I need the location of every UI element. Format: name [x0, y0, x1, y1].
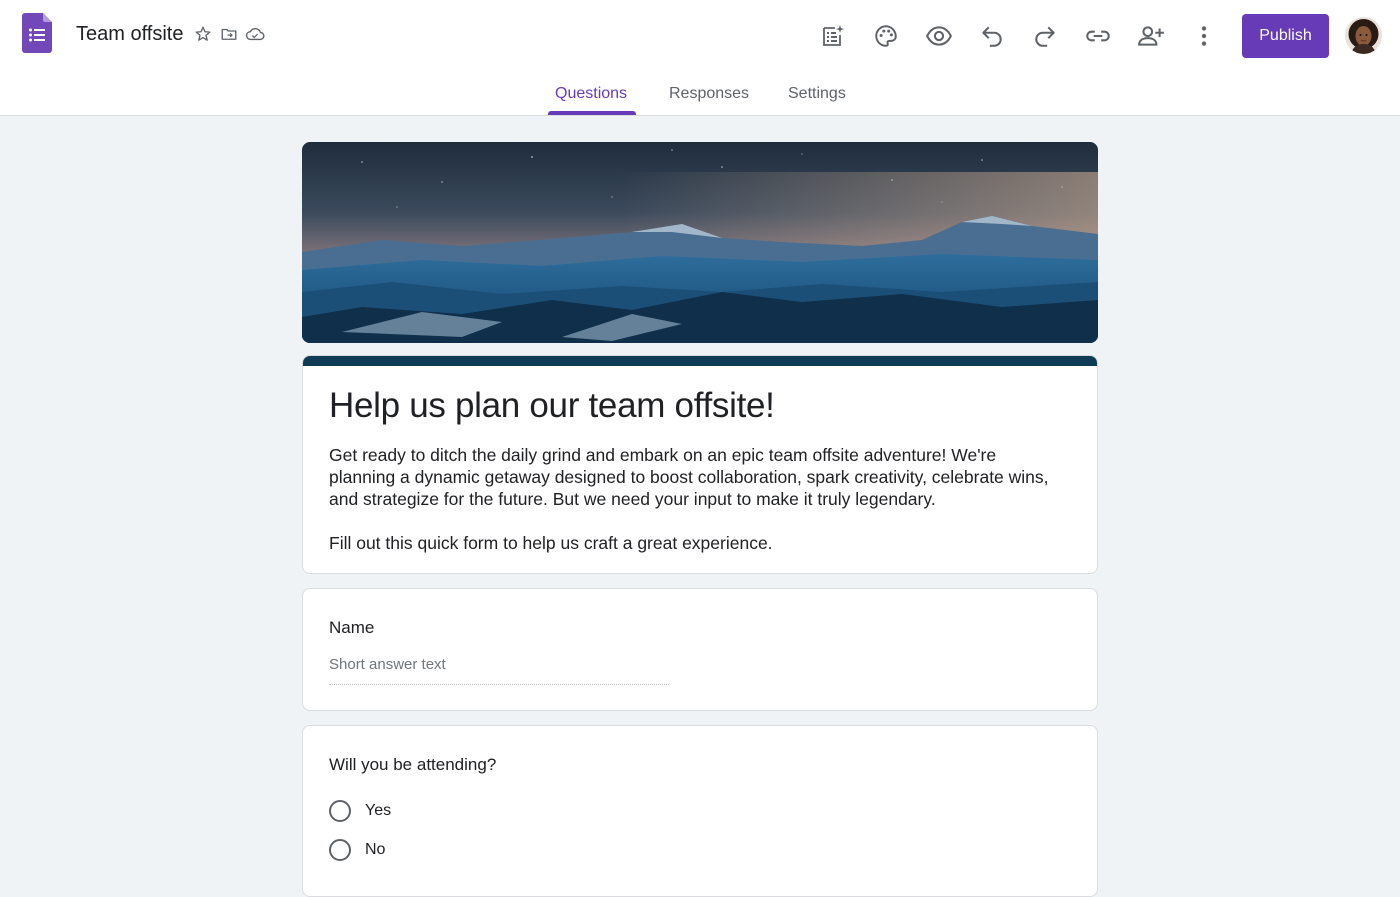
document-title[interactable]: Team offsite [76, 22, 183, 46]
top-bar: Team offsite Publish Questions Responses… [0, 0, 1400, 116]
form-title-card[interactable]: Help us plan our team offsite! Get ready… [302, 355, 1098, 574]
tab-settings[interactable]: Settings [788, 85, 846, 103]
tab-questions[interactable]: Questions [555, 85, 627, 103]
radio-button[interactable] [329, 800, 351, 822]
preview-eye-icon[interactable] [912, 14, 965, 58]
radio-option-no[interactable]: No [329, 839, 385, 861]
question-title: Will you be attending? [329, 755, 497, 774]
form-description[interactable]: Get ready to ditch the daily grind and e… [329, 444, 1049, 554]
move-to-folder-icon[interactable] [219, 24, 239, 44]
tab-responses[interactable]: Responses [669, 85, 749, 103]
cloud-saved-icon[interactable] [245, 24, 265, 44]
question-card-attending[interactable]: Will you be attending? Yes No [302, 725, 1098, 897]
header-image [302, 142, 1098, 343]
form-description-paragraph: Fill out this quick form to help us craf… [329, 533, 773, 553]
title-actions [193, 24, 265, 44]
radio-button[interactable] [329, 839, 351, 861]
more-vert-icon[interactable] [1177, 14, 1230, 58]
form-title[interactable]: Help us plan our team offsite! [329, 386, 775, 426]
redo-icon[interactable] [1018, 14, 1071, 58]
undo-icon[interactable] [965, 14, 1018, 58]
form-description-paragraph: Get ready to ditch the daily grind and e… [329, 445, 1049, 509]
tab-bar: Questions Responses Settings [0, 76, 1400, 115]
active-tab-indicator [548, 111, 636, 115]
radio-option-yes[interactable]: Yes [329, 800, 391, 822]
link-icon[interactable] [1071, 14, 1124, 58]
publish-button[interactable]: Publish [1242, 14, 1329, 58]
forms-logo-icon[interactable] [22, 13, 52, 53]
palette-icon[interactable] [859, 14, 912, 58]
ai-form-icon[interactable] [806, 14, 859, 58]
question-card-name[interactable]: Name Short answer text [302, 588, 1098, 711]
option-label: Yes [365, 802, 392, 819]
question-title: Name [329, 618, 375, 637]
short-answer-field: Short answer text [329, 656, 669, 685]
add-collaborator-icon[interactable] [1124, 14, 1177, 58]
avatar[interactable] [1345, 17, 1382, 54]
option-label: No [365, 841, 386, 858]
toolbar [806, 14, 1230, 58]
star-icon[interactable] [193, 24, 213, 44]
title-card-accent-bar [303, 356, 1097, 366]
